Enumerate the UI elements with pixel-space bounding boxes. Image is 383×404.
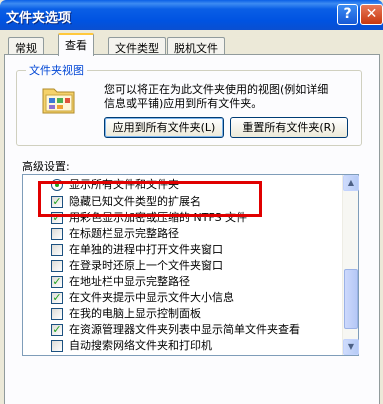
checkbox[interactable]: ✓	[51, 276, 63, 288]
advanced-settings-label: 高级设置:	[22, 160, 70, 173]
list-item-label: 在标题栏显示完整路径	[69, 227, 179, 240]
list-item-label: 在我的电脑上显示控制面板	[69, 307, 201, 320]
scrollbar-thumb[interactable]	[344, 269, 358, 329]
folder-views-description: 您可以将正在为此文件夹使用的视图(例如详细 信息或平铺)应用到所有文件夹。	[104, 83, 329, 110]
list-item-label: 在单独的进程中打开文件夹窗口	[69, 243, 223, 256]
highlight-annotation	[38, 181, 262, 217]
list-item-label: 在文件夹提示中显示文件大小信息	[69, 291, 234, 304]
folder-view-icon	[42, 88, 75, 114]
help-button[interactable]: ?	[337, 4, 358, 25]
window-title: 文件夹选项	[6, 11, 72, 26]
checkbox[interactable]	[51, 260, 63, 272]
tab-strip: 常规 查看 文件类型 脱机文件	[0, 33, 383, 56]
list-item-label: 自动搜索网络文件夹和打印机	[69, 339, 212, 352]
tab-view[interactable]: 查看	[58, 33, 94, 56]
scroll-down-arrow-icon[interactable]: ▼	[343, 339, 359, 355]
folder-views-title: 文件夹视图	[26, 62, 87, 78]
list-item-label: 在地址栏中显示完整路径	[69, 275, 190, 288]
checkbox[interactable]	[51, 228, 63, 240]
tab-file-types[interactable]: 文件类型	[108, 37, 166, 55]
title-bar: 文件夹选项 ? ✕	[0, 0, 383, 30]
reset-all-folders-button[interactable]: 重置所有文件夹(R)	[230, 117, 348, 138]
checkbox[interactable]: ✓	[51, 292, 63, 304]
checkbox[interactable]	[51, 340, 63, 352]
close-button[interactable]: ✕	[360, 4, 383, 25]
tab-offline-files[interactable]: 脱机文件	[167, 37, 225, 55]
tab-general[interactable]: 常规	[8, 37, 44, 55]
vertical-scrollbar[interactable]: ▲ ▼	[342, 175, 359, 355]
checkbox[interactable]	[51, 308, 63, 320]
checkbox[interactable]: ✓	[51, 324, 63, 336]
list-item-label: 在资源管理器文件夹列表中显示简单文件夹查看	[69, 323, 300, 336]
scroll-up-arrow-icon[interactable]: ▲	[343, 175, 359, 191]
checkbox[interactable]	[51, 244, 63, 256]
apply-to-all-folders-button[interactable]: 应用到所有文件夹(L)	[104, 117, 224, 138]
list-item-label: 在登录时还原上一个文件夹窗口	[69, 259, 223, 272]
